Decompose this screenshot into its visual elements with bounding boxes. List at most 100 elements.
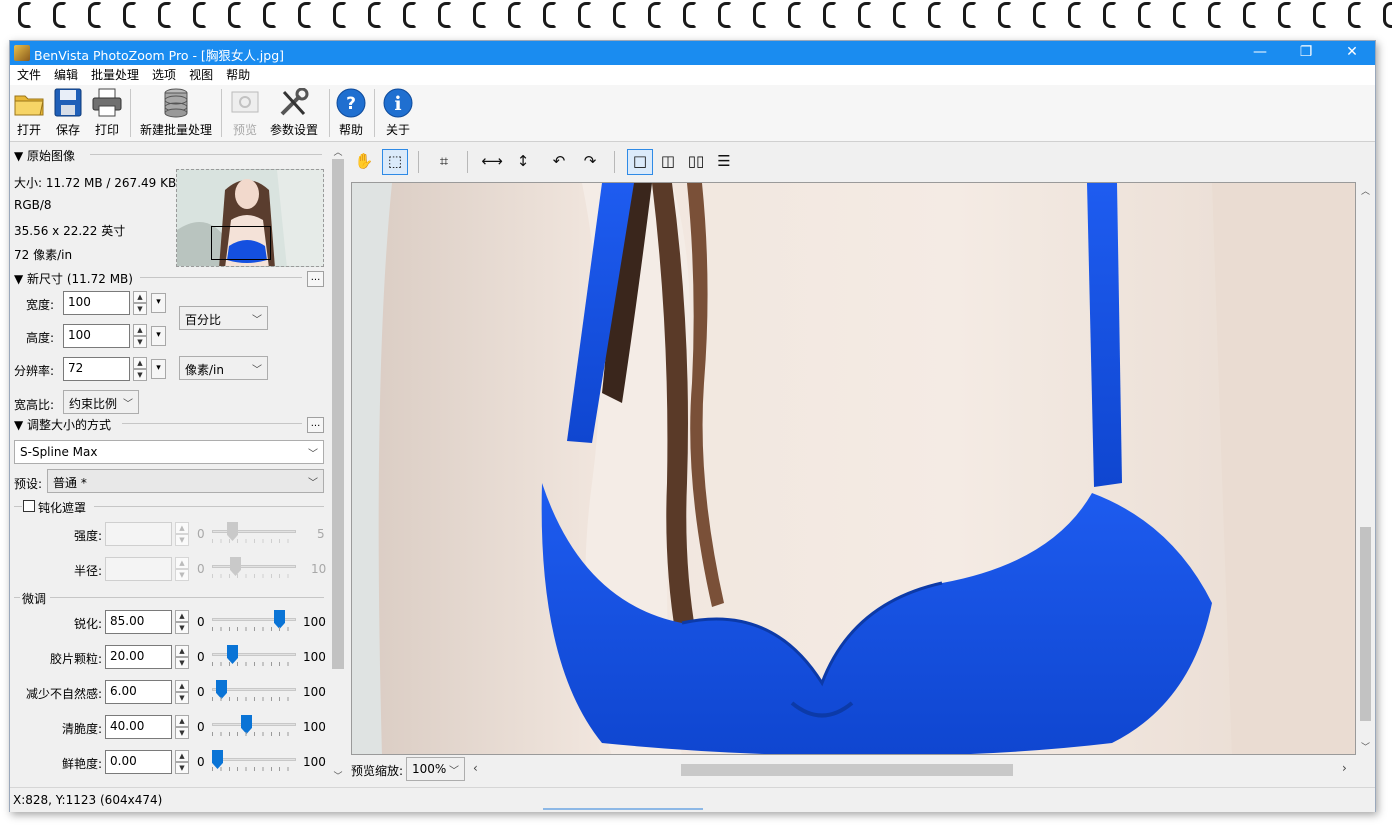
menu-file[interactable]: 文件	[10, 65, 47, 84]
spin-down-icon[interactable]: ▼	[133, 336, 147, 348]
resolution-input[interactable]: 72	[63, 357, 130, 381]
scrollbar-thumb[interactable]	[1360, 527, 1371, 721]
spin-down-icon[interactable]: ▼	[175, 727, 189, 739]
resolution-spinner[interactable]: ▲ ▼	[133, 357, 147, 381]
side-by-side-view-icon[interactable]: ▯▯	[683, 149, 709, 175]
horizontal-scrollbar-thumb[interactable]	[681, 764, 1013, 776]
radius-spinner[interactable]: ▲ ▼	[175, 557, 189, 581]
scroll-down-arrow-icon[interactable]: ﹀	[1357, 740, 1374, 753]
crop-select-tool-icon[interactable]: ⬚	[382, 149, 408, 175]
new-batch-button[interactable]: 新建批量处理	[138, 88, 214, 138]
navigator-thumbnail[interactable]	[176, 169, 324, 267]
scroll-right-arrow-icon[interactable]: ›	[1342, 761, 1347, 775]
spin-down-icon[interactable]: ▼	[175, 534, 189, 546]
height-input[interactable]: 100	[63, 324, 130, 348]
film-grain-slider[interactable]	[212, 645, 298, 667]
settings-button[interactable]: 参数设置	[268, 87, 320, 138]
spin-up-icon[interactable]: ▲	[133, 291, 147, 303]
menu-edit[interactable]: 编辑	[47, 65, 84, 84]
film-grain-input[interactable]: 20.00	[105, 645, 172, 669]
preset-dropdown[interactable]: 普通 * ﹀	[47, 469, 324, 493]
resolution-unit-dropdown[interactable]: 像素/in ﹀	[179, 356, 268, 380]
spin-down-icon[interactable]: ▼	[175, 657, 189, 669]
unsharp-mask-checkbox[interactable]	[23, 500, 35, 512]
flip-vertical-icon[interactable]: ↕	[510, 149, 536, 175]
original-image-header[interactable]: ▼ 原始图像	[14, 147, 75, 164]
resize-method-header[interactable]: ▼ 调整大小的方式	[14, 416, 111, 433]
spin-down-icon[interactable]: ▼	[133, 303, 147, 315]
crispness-spinner[interactable]: ▲ ▼	[175, 715, 189, 739]
vibrancy-slider[interactable]	[212, 750, 298, 772]
minimize-button[interactable]: —	[1237, 41, 1283, 65]
radius-slider[interactable]	[212, 557, 298, 579]
menu-batch[interactable]: 批量处理	[84, 65, 145, 84]
spin-down-icon[interactable]: ▼	[175, 692, 189, 704]
spin-down-icon[interactable]: ▼	[175, 762, 189, 774]
spin-up-icon[interactable]: ▲	[133, 324, 147, 336]
rotate-right-icon[interactable]: ↷	[577, 149, 603, 175]
vibrancy-spinner[interactable]: ▲ ▼	[175, 750, 189, 774]
scroll-up-arrow-icon[interactable]: ︿	[1357, 184, 1374, 197]
film-grain-spinner[interactable]: ▲ ▼	[175, 645, 189, 669]
preview-canvas[interactable]	[351, 182, 1356, 755]
spin-down-icon[interactable]: ▼	[133, 369, 147, 381]
crispness-slider[interactable]	[212, 715, 298, 737]
size-unit-dropdown[interactable]: 百分比 ﹀	[179, 306, 268, 330]
help-button[interactable]: ? 帮助	[334, 88, 368, 138]
spin-up-icon[interactable]: ▲	[175, 680, 189, 692]
sharpness-input[interactable]: 85.00	[105, 610, 172, 634]
save-button[interactable]: 保存	[51, 88, 85, 138]
spin-up-icon[interactable]: ▲	[133, 357, 147, 369]
split-view-icon[interactable]: ◫	[655, 149, 681, 175]
hand-tool-icon[interactable]: ✋	[351, 149, 377, 175]
strength-spinner[interactable]: ▲ ▼	[175, 522, 189, 546]
spin-up-icon[interactable]: ▲	[175, 750, 189, 762]
radius-input[interactable]	[105, 557, 172, 581]
height-menu-button[interactable]: ▾	[151, 326, 166, 346]
artifact-reduction-spinner[interactable]: ▲ ▼	[175, 680, 189, 704]
resize-more-button[interactable]: ...	[307, 417, 324, 433]
scroll-up-arrow-icon[interactable]: ︿	[330, 145, 346, 158]
spin-up-icon[interactable]: ▲	[175, 522, 189, 534]
rotate-left-icon[interactable]: ↶	[546, 149, 572, 175]
new-size-more-button[interactable]: ...	[307, 271, 324, 287]
open-button[interactable]: 打开	[12, 88, 46, 138]
width-spinner[interactable]: ▲ ▼	[133, 291, 147, 315]
vibrancy-input[interactable]: 0.00	[105, 750, 172, 774]
menu-options[interactable]: 选项	[145, 65, 182, 84]
spin-down-icon[interactable]: ▼	[175, 622, 189, 634]
spin-up-icon[interactable]: ▲	[175, 610, 189, 622]
navigator-viewport-frame[interactable]	[211, 226, 271, 260]
width-input[interactable]: 100	[63, 291, 130, 315]
sharpness-spinner[interactable]: ▲ ▼	[175, 610, 189, 634]
crop-icon[interactable]: ⌗	[431, 149, 457, 175]
flip-horizontal-icon[interactable]: ⟷	[479, 149, 505, 175]
close-button[interactable]: ✕	[1329, 41, 1375, 65]
scroll-down-arrow-icon[interactable]: ﹀	[330, 769, 346, 782]
new-size-header[interactable]: ▼ 新尺寸 (11.72 MB)	[14, 270, 133, 287]
artifact-reduction-slider[interactable]	[212, 680, 298, 702]
scroll-left-arrow-icon[interactable]: ‹	[473, 761, 478, 775]
about-button[interactable]: i 关于	[381, 88, 415, 138]
spin-up-icon[interactable]: ▲	[175, 715, 189, 727]
maximize-button[interactable]: ❐	[1283, 41, 1329, 65]
menu-help[interactable]: 帮助	[219, 65, 256, 84]
preview-vertical-scrollbar[interactable]: ︿ ﹀	[1357, 182, 1374, 755]
height-spinner[interactable]: ▲ ▼	[133, 324, 147, 348]
crispness-input[interactable]: 40.00	[105, 715, 172, 739]
spin-up-icon[interactable]: ▲	[175, 557, 189, 569]
print-button[interactable]: 打印	[90, 88, 124, 138]
strength-input[interactable]	[105, 522, 172, 546]
sharpness-slider[interactable]	[212, 610, 298, 632]
menu-view[interactable]: 视图	[182, 65, 219, 84]
zoom-dropdown[interactable]: 100% ﹀	[406, 757, 465, 781]
aspect-dropdown[interactable]: 约束比例 ﹀	[63, 390, 139, 414]
resolution-menu-button[interactable]: ▾	[151, 359, 166, 379]
spin-up-icon[interactable]: ▲	[175, 645, 189, 657]
settings-panel-scrollbar[interactable]: ︿ ﹀	[330, 143, 346, 785]
strength-slider[interactable]	[212, 522, 298, 544]
single-view-icon[interactable]: □	[627, 149, 653, 175]
resize-method-dropdown[interactable]: S-Spline Max ﹀	[14, 440, 324, 464]
spin-down-icon[interactable]: ▼	[175, 569, 189, 581]
scrollbar-thumb[interactable]	[332, 159, 344, 669]
